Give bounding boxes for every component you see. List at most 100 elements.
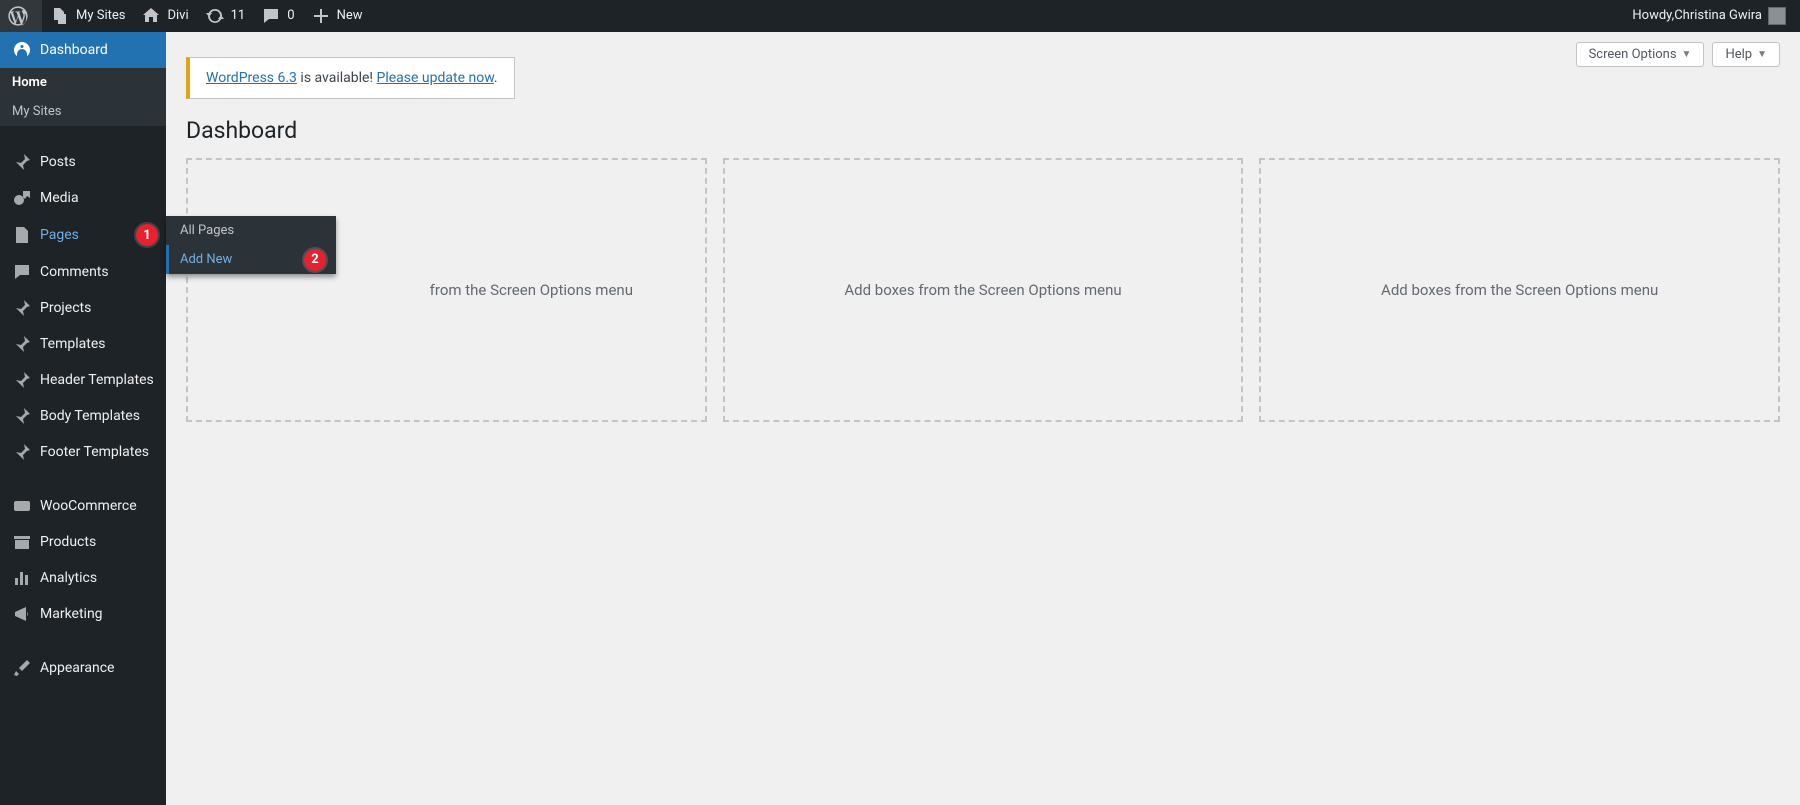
archive-icon bbox=[12, 532, 32, 552]
chart-bar-icon bbox=[12, 568, 32, 588]
sidebar-item-posts[interactable]: Posts bbox=[0, 144, 166, 180]
submenu-home-label: Home bbox=[12, 75, 47, 90]
adminbar-comments-count: 0 bbox=[287, 0, 294, 32]
adminbar-account[interactable]: Howdy, Christina Gwira bbox=[1624, 0, 1794, 32]
adminbar-new-label: New bbox=[337, 0, 363, 32]
avatar bbox=[1768, 7, 1786, 25]
annotation-badge-1: 1 bbox=[136, 224, 158, 246]
adminbar-site-name[interactable]: Divi bbox=[133, 0, 196, 32]
sidebar-item-label: Marketing bbox=[40, 606, 158, 622]
plus-icon bbox=[311, 6, 331, 26]
flyout-all-pages[interactable]: All Pages bbox=[166, 216, 336, 245]
pin-icon bbox=[12, 370, 32, 390]
dashboard-meta-row: from the Screen Options menu Add boxes f… bbox=[186, 158, 1780, 422]
adminbar-new[interactable]: New bbox=[303, 0, 371, 32]
sidebar-item-marketing[interactable]: Marketing bbox=[0, 596, 166, 632]
pages-flyout: All Pages Add New 2 bbox=[166, 216, 336, 274]
submenu-my-sites[interactable]: My Sites bbox=[0, 97, 166, 126]
meta-box-2: Add boxes from the Screen Options menu bbox=[723, 158, 1244, 422]
pin-icon bbox=[12, 152, 32, 172]
pin-icon bbox=[12, 442, 32, 462]
sidebar-item-media[interactable]: Media bbox=[0, 180, 166, 216]
sidebar-item-label: Media bbox=[40, 190, 158, 206]
pin-icon bbox=[12, 406, 32, 426]
chevron-down-icon: ▼ bbox=[1757, 49, 1767, 60]
sidebar-item-label: Header Templates bbox=[40, 372, 158, 388]
sidebar-item-templates[interactable]: Templates bbox=[0, 326, 166, 362]
sidebar-item-body-templates[interactable]: Body Templates bbox=[0, 398, 166, 434]
adminbar-my-sites[interactable]: My Sites bbox=[42, 0, 133, 32]
adminbar-my-sites-label: My Sites bbox=[76, 0, 125, 32]
pages-icon bbox=[12, 225, 32, 245]
meta-box-3: Add boxes from the Screen Options menu bbox=[1259, 158, 1780, 422]
sidebar-item-header-templates[interactable]: Header Templates bbox=[0, 362, 166, 398]
sidebar-item-label: Templates bbox=[40, 336, 158, 352]
sidebar-item-analytics[interactable]: Analytics bbox=[0, 560, 166, 596]
meta-box-1: from the Screen Options menu bbox=[186, 158, 707, 422]
annotation-badge-2: 2 bbox=[304, 249, 326, 271]
multisite-icon bbox=[50, 6, 70, 26]
sidebar-item-products[interactable]: Products bbox=[0, 524, 166, 560]
sidebar-item-label: Dashboard bbox=[40, 42, 158, 58]
sidebar-item-label: Footer Templates bbox=[40, 444, 158, 460]
sidebar-item-label: Appearance bbox=[40, 660, 158, 676]
meta-box-text: from the Screen Options menu bbox=[260, 281, 633, 299]
sidebar-item-label: Comments bbox=[40, 264, 158, 280]
dashboard-icon bbox=[12, 40, 32, 60]
sidebar-item-label: Pages bbox=[40, 227, 130, 243]
wordpress-logo-icon bbox=[8, 6, 28, 26]
adminbar-site-name-label: Divi bbox=[167, 0, 188, 32]
megaphone-icon bbox=[12, 604, 32, 624]
adminbar-updates-count: 11 bbox=[231, 0, 246, 32]
content-area: Screen Options ▼ Help ▼ WordPress 6.3 is… bbox=[166, 32, 1800, 805]
adminbar-updates[interactable]: 11 bbox=[197, 0, 254, 32]
dashboard-submenu: Home My Sites bbox=[0, 68, 166, 126]
pin-icon bbox=[12, 298, 32, 318]
pin-icon bbox=[12, 334, 32, 354]
sidebar-item-dashboard[interactable]: Dashboard bbox=[0, 32, 166, 68]
chevron-down-icon: ▼ bbox=[1682, 49, 1692, 60]
flyout-add-new-label: Add New bbox=[180, 252, 232, 267]
media-icon bbox=[12, 188, 32, 208]
sidebar-item-woocommerce[interactable]: WooCommerce bbox=[0, 488, 166, 524]
meta-box-text: Add boxes from the Screen Options menu bbox=[1381, 281, 1658, 299]
wp-logo[interactable] bbox=[0, 0, 42, 32]
update-nag-text: is available! bbox=[297, 70, 377, 86]
home-icon bbox=[141, 6, 161, 26]
sidebar-item-label: Body Templates bbox=[40, 408, 158, 424]
sidebar-item-footer-templates[interactable]: Footer Templates bbox=[0, 434, 166, 470]
sidebar-item-label: Projects bbox=[40, 300, 158, 316]
comments-icon bbox=[261, 6, 281, 26]
updates-icon bbox=[205, 6, 225, 26]
screen-options-label: Screen Options bbox=[1589, 47, 1677, 62]
comments-icon bbox=[12, 262, 32, 282]
brush-icon bbox=[12, 658, 32, 678]
sidebar-item-label: Products bbox=[40, 534, 158, 550]
update-nag-end: . bbox=[494, 70, 498, 86]
update-nag-version-link[interactable]: WordPress 6.3 bbox=[206, 70, 297, 86]
sidebar-item-projects[interactable]: Projects bbox=[0, 290, 166, 326]
sidebar-item-appearance[interactable]: Appearance bbox=[0, 650, 166, 686]
help-label: Help bbox=[1725, 47, 1752, 62]
update-nag: WordPress 6.3 is available! Please updat… bbox=[186, 57, 515, 99]
adminbar-howdy-prefix: Howdy, bbox=[1632, 0, 1674, 32]
sidebar-item-label: WooCommerce bbox=[40, 498, 158, 514]
flyout-add-new[interactable]: Add New 2 bbox=[166, 245, 336, 274]
adminbar-comments[interactable]: 0 bbox=[253, 0, 302, 32]
update-nag-update-link[interactable]: Please update now bbox=[377, 70, 494, 86]
sidebar-item-comments[interactable]: Comments bbox=[0, 254, 166, 290]
flyout-all-pages-label: All Pages bbox=[180, 223, 234, 238]
adminbar-user-name: Christina Gwira bbox=[1674, 0, 1762, 32]
sidebar-item-label: Posts bbox=[40, 154, 158, 170]
admin-sidebar: Dashboard Home My Sites Posts Media Page… bbox=[0, 32, 166, 805]
help-button[interactable]: Help ▼ bbox=[1712, 42, 1780, 67]
meta-box-text: Add boxes from the Screen Options menu bbox=[844, 281, 1121, 299]
submenu-home[interactable]: Home bbox=[0, 68, 166, 97]
sidebar-item-label: Analytics bbox=[40, 570, 158, 586]
screen-options-button[interactable]: Screen Options ▼ bbox=[1576, 42, 1705, 67]
page-title: Dashboard bbox=[186, 117, 1780, 144]
admin-bar: My Sites Divi 11 0 New Howdy, Christina … bbox=[0, 0, 1800, 32]
woocommerce-icon bbox=[12, 496, 32, 516]
sidebar-item-pages[interactable]: Pages 1 bbox=[0, 216, 166, 254]
submenu-my-sites-label: My Sites bbox=[12, 104, 61, 119]
